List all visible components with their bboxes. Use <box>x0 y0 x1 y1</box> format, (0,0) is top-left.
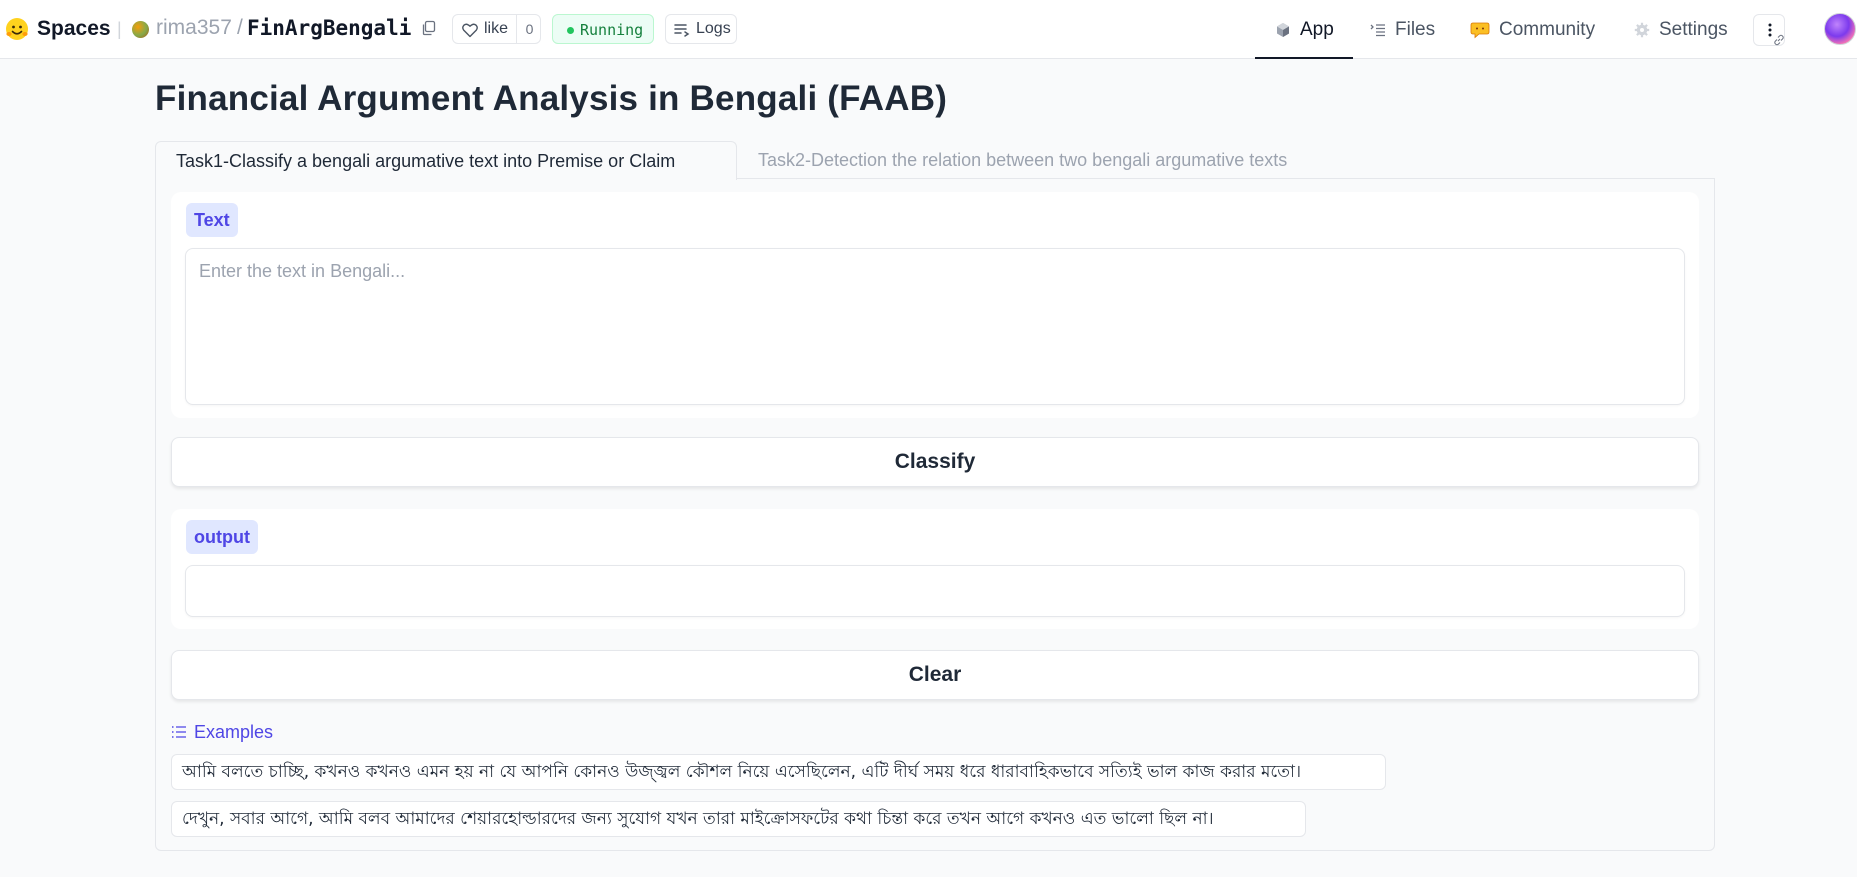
nav-community-label: Community <box>1499 19 1596 40</box>
nav-files-tab[interactable]: Files <box>1370 18 1435 42</box>
text-input[interactable] <box>185 248 1685 405</box>
like-button[interactable]: like 0 <box>452 14 541 44</box>
examples-header: Examples <box>171 721 273 743</box>
nav-community-tab[interactable]: Community <box>1470 18 1595 42</box>
files-icon <box>1370 24 1385 37</box>
owner-avatar[interactable] <box>132 21 149 38</box>
status-dot-icon <box>567 27 574 34</box>
active-tab-underline <box>1255 57 1353 59</box>
path-separator: / <box>237 16 243 39</box>
tab-task1[interactable]: Task1-Classify a bengali argumative text… <box>155 141 737 180</box>
status-badge[interactable]: Running <box>552 14 654 44</box>
example-item[interactable]: দেখুন, সবার আগে, আমি বলব আমাদের শেয়ারহো… <box>171 801 1306 837</box>
community-icon <box>1470 22 1490 39</box>
nav-app-label: App <box>1300 19 1334 40</box>
example-item[interactable]: আমি বলতে চাচ্ছি, কখনও কখনও এমন হয় না যে… <box>171 754 1386 790</box>
gear-icon <box>1634 22 1650 38</box>
page-title: Financial Argument Analysis in Bengali (… <box>155 79 948 118</box>
heart-icon <box>462 23 478 38</box>
spaces-home-link[interactable]: Spaces <box>5 14 111 44</box>
hugging-face-icon <box>6 18 28 40</box>
output-field[interactable] <box>185 565 1685 617</box>
user-avatar[interactable] <box>1824 13 1856 45</box>
output-label: output <box>186 520 258 554</box>
logs-button[interactable]: Logs <box>665 14 737 44</box>
kebab-menu-icon <box>1768 23 1772 37</box>
classify-button[interactable]: Classify <box>171 437 1699 487</box>
repo-name-link[interactable]: FinArgBengali <box>247 16 411 40</box>
tab-task2[interactable]: Task2-Detection the relation between two… <box>738 141 1378 179</box>
like-count: 0 <box>516 15 542 43</box>
nav-files-label: Files <box>1395 19 1436 40</box>
brand-label: Spaces <box>37 17 111 40</box>
like-label: like <box>484 20 509 37</box>
examples-label: Examples <box>194 721 274 742</box>
link-icon <box>1774 34 1784 46</box>
divider: | <box>117 18 122 39</box>
nav-app-tab[interactable]: App <box>1275 18 1334 42</box>
nav-settings-label: Settings <box>1659 19 1728 40</box>
logs-icon <box>674 24 690 37</box>
nav-settings-tab[interactable]: Settings <box>1634 18 1728 42</box>
cube-icon <box>1277 23 1289 37</box>
clear-button[interactable]: Clear <box>171 650 1699 700</box>
copy-icon[interactable] <box>420 19 438 37</box>
more-options-button[interactable] <box>1753 14 1785 46</box>
owner-link[interactable]: rima357 <box>156 16 232 40</box>
status-text: Running <box>580 21 644 39</box>
top-bar: Spaces | rima357 / FinArgBengali like 0 … <box>0 0 1857 59</box>
logs-label: Logs <box>696 20 731 37</box>
text-input-label: Text <box>186 203 238 237</box>
list-icon <box>172 726 186 738</box>
